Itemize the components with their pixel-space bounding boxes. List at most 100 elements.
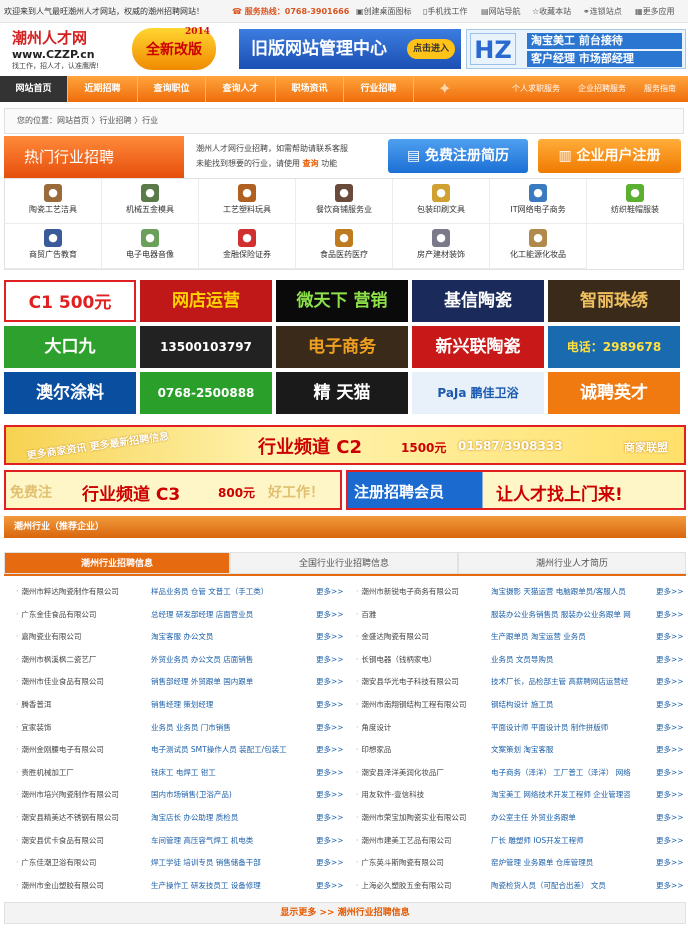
more-link[interactable]: 更多>> xyxy=(316,670,344,693)
register-resume-button[interactable]: ▤ 免费注册简历 xyxy=(388,139,528,173)
nav-career-news[interactable]: 职场资讯 xyxy=(276,76,344,102)
site-logo[interactable]: 潮州人才网 www.CZZP.cn 找工作，招人才，认准鹰牌! xyxy=(12,27,122,73)
company-link[interactable]: 潮州市培兴陶瓷制作有限公司 xyxy=(16,783,140,806)
company-link[interactable]: 宜家装饰 xyxy=(16,716,140,739)
more-link[interactable]: 更多>> xyxy=(316,580,344,603)
ad-tile[interactable]: 网店运营 xyxy=(140,280,272,322)
company-link[interactable]: 潮州市新锐电子商务有限公司 xyxy=(356,580,480,603)
more-link[interactable]: 更多>> xyxy=(316,829,344,852)
more-link[interactable]: 更多>> xyxy=(316,783,344,806)
category-item[interactable]: ● 商贸广告教育 xyxy=(5,224,102,269)
more-link[interactable]: 更多>> xyxy=(656,625,684,648)
bookmark-link[interactable]: ☆收藏本站 xyxy=(532,0,571,23)
ad-tile[interactable]: 0768-2500888 xyxy=(140,372,272,414)
company-link[interactable]: 角度设计 xyxy=(356,716,480,739)
job-links[interactable]: 铣床工 电焊工 钳工 xyxy=(151,761,313,784)
company-link[interactable]: 潮州市佳业食品有限公司 xyxy=(16,670,140,693)
more-link[interactable]: 更多>> xyxy=(316,603,344,626)
more-link[interactable]: 更多>> xyxy=(316,693,344,716)
company-link[interactable]: 潮安县精美达不锈钢有限公司 xyxy=(16,806,140,829)
tab-national-jobs[interactable]: 全国行业行业招聘信息 xyxy=(230,552,458,574)
job-links[interactable]: 淘宝美工 网络技术开发工程师 企业管理咨 xyxy=(491,783,653,806)
nav-search-jobs[interactable]: 查询职位 xyxy=(138,76,206,102)
employer-register-button[interactable]: ▥ 企业用户注册 xyxy=(538,139,681,173)
more-link[interactable]: 更多>> xyxy=(316,851,344,874)
job-links[interactable]: 外贸业务员 办公文员 店面销售 xyxy=(151,648,313,671)
job-links[interactable]: 厂长 雕塑师 IOS开发工程师 xyxy=(491,829,653,852)
more-link[interactable]: 更多>> xyxy=(656,580,684,603)
ad-tile[interactable]: 澳尔涂料 xyxy=(4,372,136,414)
job-links[interactable]: 电子测试员 SMT操作人员 装配工/包装工 xyxy=(151,738,313,761)
company-link[interactable]: 用友软件-壹信科技 xyxy=(356,783,480,806)
company-link[interactable]: 潮州市荣宝加陶瓷实业有限公司 xyxy=(356,806,480,829)
more-link[interactable]: 更多>> xyxy=(656,761,684,784)
job-links[interactable]: 钢结构设计 施工员 xyxy=(491,693,653,716)
job-links[interactable]: 生产跟单员 淘宝运营 业务员 xyxy=(491,625,653,648)
top-right-ad[interactable]: HZ 淘宝美工 前台接待 客户经理 市场部经理 xyxy=(466,29,686,69)
job-links[interactable]: 平面设计师 平面设计员 制作拼版师 xyxy=(491,716,653,739)
more-link[interactable]: 更多>> xyxy=(656,603,684,626)
job-links[interactable]: 淘宝店长 办公助理 质检员 xyxy=(151,806,313,829)
company-link[interactable]: 潮州市枫溪枫二瓷艺厂 xyxy=(16,648,140,671)
company-link[interactable]: 印想家品 xyxy=(356,738,480,761)
job-links[interactable]: 业务员 文员导购员 xyxy=(491,648,653,671)
company-link[interactable]: 潮州市南翔钢结构工程有限公司 xyxy=(356,693,480,716)
company-link[interactable]: 长钢电器（钱柄家电） xyxy=(356,648,480,671)
job-links[interactable]: 淘宝摄影 天猫运营 电脑跟单员/客服人员 xyxy=(491,580,653,603)
job-links[interactable]: 焊工学徒 培训专员 销售储备干部 xyxy=(151,851,313,874)
ad-tile[interactable]: PaJa 鹏佳卫浴 xyxy=(412,372,544,414)
company-link[interactable]: 潮州市建美工艺品有限公司 xyxy=(356,829,480,852)
query-link[interactable]: 查询 xyxy=(303,159,319,168)
category-item[interactable]: ● 工艺塑料玩具 xyxy=(199,179,296,224)
job-links[interactable]: 总经理 研发部经理 店面营业员 xyxy=(151,603,313,626)
more-link[interactable]: 更多>> xyxy=(656,738,684,761)
chain-sites-link[interactable]: ⚭连锁站点 xyxy=(583,0,622,23)
company-link[interactable]: 潮州市金山塑胶有限公司 xyxy=(16,874,140,897)
company-link[interactable]: 贵胜机械加工厂 xyxy=(16,761,140,784)
ad-tile[interactable]: C1 500元 xyxy=(4,280,136,322)
ad-tile[interactable]: 基信陶瓷 xyxy=(412,280,544,322)
company-link[interactable]: 潮安县优卡食品有限公司 xyxy=(16,829,140,852)
ad-tile[interactable]: 电子商务 xyxy=(276,326,408,368)
job-links[interactable]: 文案策划 淘宝客服 xyxy=(491,738,653,761)
job-links[interactable]: 样品业务员 仓管 文普工（手工类） xyxy=(151,580,313,603)
job-links[interactable]: 电子商务（泽洋） 工厂普工（泽洋） 网络 xyxy=(491,761,653,784)
more-link[interactable]: 更多>> xyxy=(316,761,344,784)
job-links[interactable]: 技术厂长，品检部主管 高薪聘网店运营经 xyxy=(491,670,653,693)
company-link[interactable]: 嘉陶瓷业有限公司 xyxy=(16,625,140,648)
ad-tile[interactable]: 微天下 营销 xyxy=(276,280,408,322)
job-links[interactable]: 陶瓷检货人员（可配合出差） 文员 xyxy=(491,874,653,897)
company-link[interactable]: 广东英斗斯陶瓷有限公司 xyxy=(356,851,480,874)
category-item[interactable]: ● 包装印刷文具 xyxy=(393,179,490,224)
category-item[interactable]: ● 机械五金模具 xyxy=(102,179,199,224)
more-link[interactable]: 更多>> xyxy=(656,716,684,739)
show-more-link[interactable]: 显示更多 >> xyxy=(280,908,334,918)
ad-tile[interactable]: 智丽珠绣 xyxy=(548,280,680,322)
category-item[interactable]: ● 餐饮商铺服务业 xyxy=(296,179,393,224)
more-link[interactable]: 更多>> xyxy=(316,716,344,739)
job-links[interactable]: 业务员 业务员 门市销售 xyxy=(151,716,313,739)
company-link[interactable]: 潮安县泽洋美润化妆品厂 xyxy=(356,761,480,784)
enter-button[interactable]: 点击进入 xyxy=(406,39,455,59)
ad-tile[interactable]: 大口九 xyxy=(4,326,136,368)
nav-home[interactable]: 网站首页 xyxy=(0,76,68,102)
more-link[interactable]: 更多>> xyxy=(316,874,344,897)
job-links[interactable]: 销售经理 策划经理 xyxy=(151,693,313,716)
job-links[interactable]: 国内市场销售(卫浴产品) xyxy=(151,783,313,806)
job-links[interactable]: 车间管理 高压容气焊工 机电类 xyxy=(151,829,313,852)
nav-employer-service[interactable]: 企业招聘服务 xyxy=(578,76,626,102)
category-item[interactable]: ● IT网络电子商务 xyxy=(490,179,587,224)
category-item[interactable]: ● 食品医药医疗 xyxy=(296,224,393,269)
ad-tile[interactable]: 诚聘英才 xyxy=(548,372,680,414)
more-link[interactable]: 更多>> xyxy=(656,693,684,716)
more-link[interactable]: 更多>> xyxy=(656,851,684,874)
company-link[interactable]: 腾香普洱 xyxy=(16,693,140,716)
company-link[interactable]: 潮州金刚腰电子有限公司 xyxy=(16,738,140,761)
more-apps-link[interactable]: ▦更多应用 xyxy=(635,0,675,23)
more-link[interactable]: 更多>> xyxy=(656,874,684,897)
c2-banner[interactable]: 更多商家资讯 更多最新招聘信息 行业频道 C2 1500元 01587/3908… xyxy=(4,425,686,465)
job-links[interactable]: 销售部经理 外贸跟单 国内跟单 xyxy=(151,670,313,693)
job-links[interactable]: 生产操作工 研发技员工 设备修理 xyxy=(151,874,313,897)
company-link[interactable]: 百雅 xyxy=(356,603,480,626)
more-link[interactable]: 更多>> xyxy=(316,648,344,671)
